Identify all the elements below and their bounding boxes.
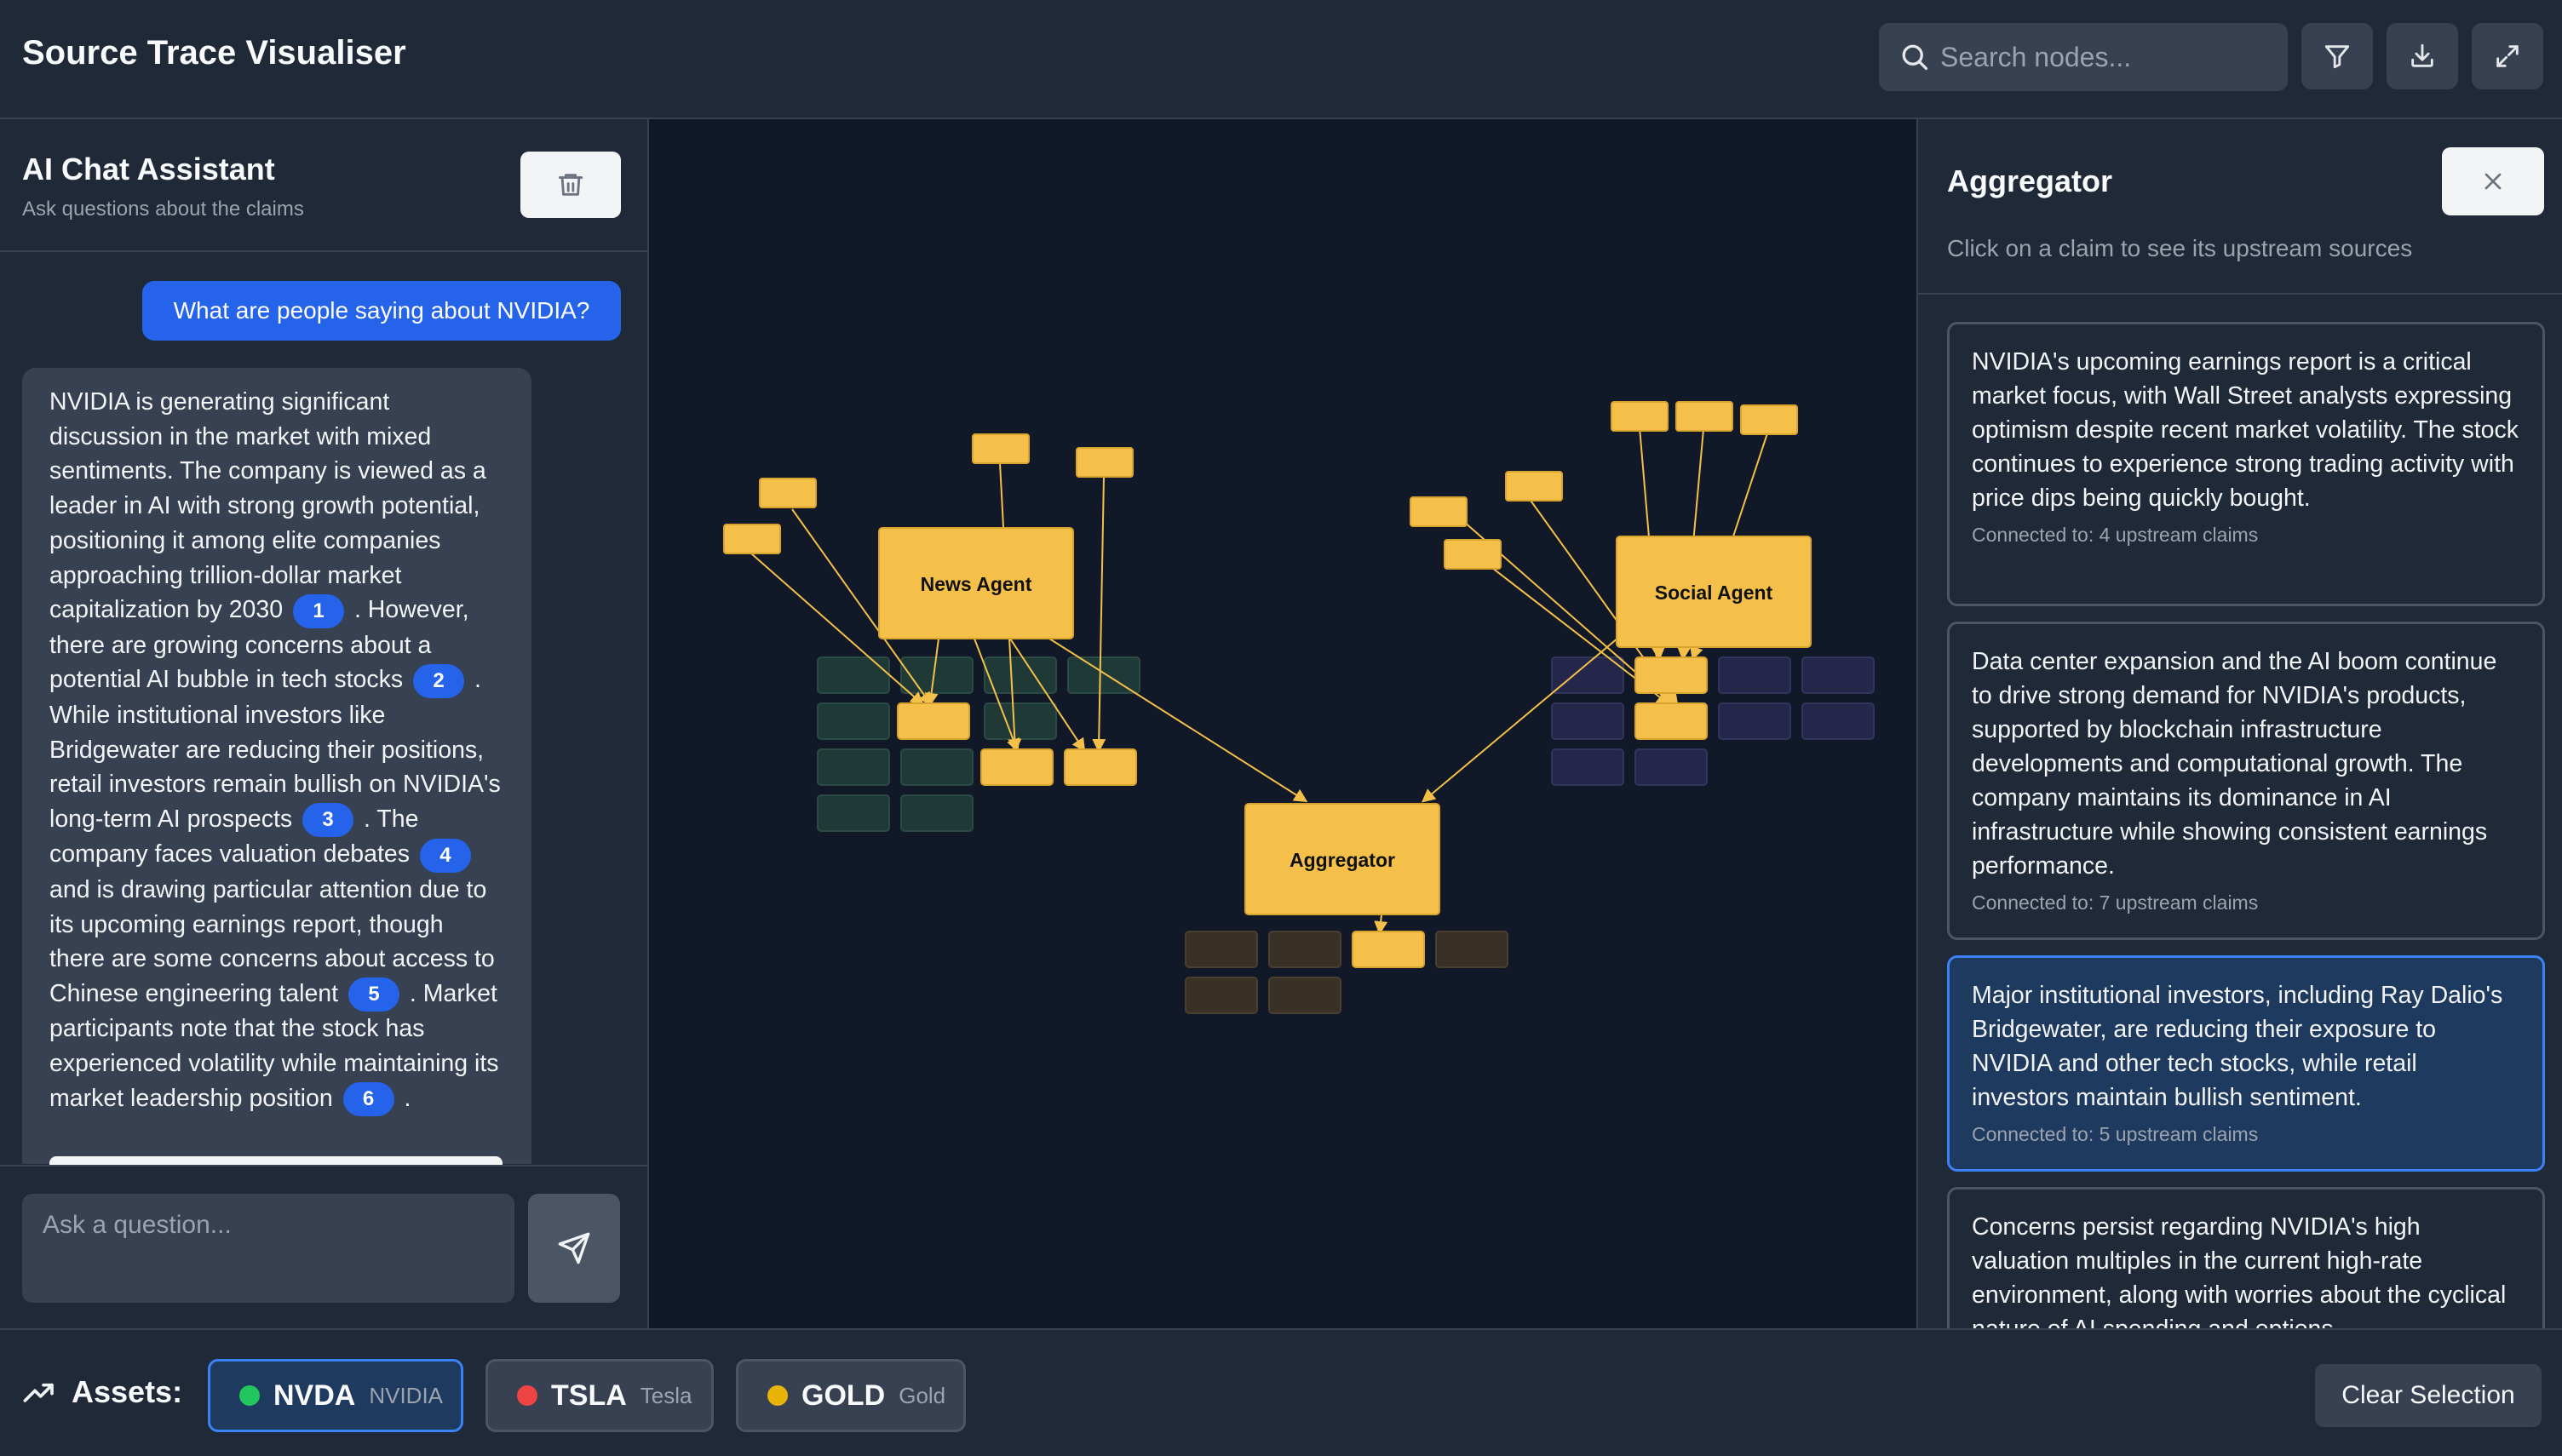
node-news-source-3[interactable] [972, 433, 1030, 464]
claim-connections: Connected to: 4 upstream claims [1972, 524, 2259, 546]
node-social-source-1[interactable] [1611, 401, 1669, 432]
asset-name: Tesla [640, 1382, 692, 1408]
claim-card[interactable]: Concerns persist regarding NVIDIA's high… [1947, 1187, 2545, 1328]
node-social-agent-label: Social Agent [1655, 582, 1773, 604]
search-icon [1902, 44, 1928, 71]
claim-connections: Connected to: 5 upstream claims [1972, 1123, 2259, 1145]
graph-canvas[interactable]: News Agent Social Agent Aggregator [649, 119, 1916, 1328]
node-social-claim-1[interactable] [1634, 656, 1708, 694]
chat-input-area [0, 1165, 647, 1328]
chat-header: AI Chat Assistant Ask questions about th… [0, 119, 647, 252]
status-dot [239, 1385, 260, 1406]
node-social-claim-2[interactable] [1634, 702, 1708, 740]
claim-text: NVIDIA's upcoming earnings report is a c… [1972, 348, 2519, 512]
node-social-source-2[interactable] [1675, 401, 1733, 432]
search-box[interactable] [1879, 23, 2288, 91]
chat-subtitle: Ask questions about the claims [22, 198, 304, 221]
asset-ticker: NVDA [273, 1379, 356, 1412]
node-news-agent-label: News Agent [921, 573, 1032, 595]
node-social-source-3[interactable] [1740, 404, 1798, 435]
citation-badge[interactable]: 6 [342, 1082, 394, 1117]
asset-gold[interactable]: GOLD Gold [736, 1359, 966, 1432]
filter-icon [2324, 45, 2350, 69]
graph-svg[interactable]: News Agent Social Agent Aggregator [649, 119, 1916, 1328]
assets-label-text: Assets: [72, 1374, 183, 1409]
download-icon [2411, 43, 2433, 67]
assistant-text: NVIDIA is generating significant discuss… [49, 388, 486, 624]
top-bar: Source Trace Visualiser [0, 0, 2562, 119]
assistant-message: NVIDIA is generating significant discuss… [22, 368, 531, 1164]
filter-button[interactable] [2301, 23, 2373, 89]
node-news-claim-2[interactable] [980, 748, 1054, 786]
detail-header: Aggregator Click on a claim to see its u… [1918, 119, 2562, 295]
node-aggregator-label: Aggregator [1290, 849, 1395, 871]
status-dot [767, 1385, 788, 1406]
node-news-claim-3[interactable] [1064, 748, 1137, 786]
search-input[interactable] [1940, 23, 2272, 91]
detail-panel: Aggregator Click on a claim to see its u… [1916, 119, 2562, 1328]
chat-title: AI Chat Assistant [22, 152, 275, 186]
node-social-source-6[interactable] [1444, 539, 1502, 570]
expand-icon [2496, 45, 2519, 67]
node-news-source-1[interactable] [723, 524, 781, 554]
trash-icon [558, 174, 583, 196]
claim-text: Concerns persist regarding NVIDIA's high… [1972, 1213, 2507, 1328]
asset-ticker: GOLD [801, 1379, 886, 1412]
close-icon [2484, 173, 2502, 190]
trending-up-icon [23, 1383, 54, 1402]
node-social-source-4[interactable] [1505, 471, 1563, 502]
claim-connections: Connected to: 7 upstream claims [1972, 891, 2259, 914]
node-social-source-5[interactable] [1410, 496, 1468, 527]
claim-text: Data center expansion and the AI boom co… [1972, 648, 2497, 880]
asset-tsla[interactable]: TSLA Tesla [485, 1359, 714, 1432]
node-aggregator-claim[interactable] [1352, 931, 1425, 968]
chat-panel: AI Chat Assistant Ask questions about th… [0, 119, 649, 1328]
asset-name: NVIDIA [369, 1382, 444, 1408]
status-dot [517, 1385, 537, 1406]
send-button[interactable] [528, 1194, 620, 1303]
asset-bar: Assets: NVDA NVIDIA TSLA Tesla GOLD Gold… [0, 1328, 2562, 1456]
user-message: What are people saying about NVIDIA? [142, 281, 621, 341]
claim-card-selected[interactable]: Major institutional investors, including… [1947, 955, 2545, 1172]
citation-badge[interactable]: 1 [293, 593, 345, 628]
app-title: Source Trace Visualiser [22, 34, 406, 72]
assistant-text: . [404, 1084, 411, 1112]
clear-selection-button[interactable]: Clear Selection [2315, 1364, 2542, 1427]
send-icon [558, 1232, 590, 1264]
claim-card[interactable]: Data center expansion and the AI boom co… [1947, 622, 2545, 940]
clear-chat-button[interactable] [520, 152, 621, 218]
assets-label: Assets: [22, 1374, 182, 1410]
close-detail-button[interactable] [2442, 147, 2544, 215]
detail-title: Aggregator [1947, 163, 2113, 198]
expand-button[interactable] [2472, 23, 2543, 89]
node-news-claim-1[interactable] [897, 702, 970, 740]
asset-name: Gold [899, 1382, 946, 1408]
claim-card[interactable]: NVIDIA's upcoming earnings report is a c… [1947, 322, 2545, 606]
citation-badge[interactable]: 3 [302, 803, 354, 838]
node-news-source-4[interactable] [1076, 447, 1134, 478]
claim-text: Major institutional investors, including… [1972, 982, 2503, 1111]
node-news-source-2[interactable] [759, 478, 817, 508]
citation-badge[interactable]: 5 [348, 977, 399, 1012]
asset-nvda[interactable]: NVDA NVIDIA [208, 1359, 463, 1432]
citation-badge[interactable]: 2 [413, 663, 465, 698]
chat-input[interactable] [22, 1194, 514, 1303]
detail-subtitle: Click on a claim to see its upstream sou… [1947, 235, 2413, 261]
citation-badge[interactable]: 4 [419, 838, 471, 873]
asset-ticker: TSLA [551, 1379, 627, 1412]
download-button[interactable] [2387, 23, 2458, 89]
